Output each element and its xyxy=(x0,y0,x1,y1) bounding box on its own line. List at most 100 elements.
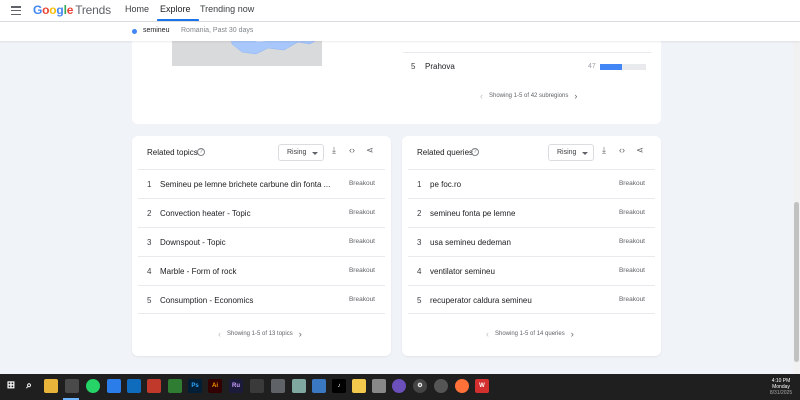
row-rank: 3 xyxy=(417,238,422,247)
row-rank: 1 xyxy=(417,180,422,189)
related-queries-card: Related queries ? Rising ⤓ ‹› ⋖ 1 pe foc… xyxy=(402,136,661,356)
help-icon[interactable]: ? xyxy=(197,148,205,156)
photoshop-icon[interactable]: Ps xyxy=(188,379,202,393)
app-icon[interactable] xyxy=(271,379,285,393)
table-row[interactable]: 1 Semineu pe lemne brichete carbune din … xyxy=(138,169,385,198)
nav-trending-now[interactable]: Trending now xyxy=(200,4,254,14)
table-row[interactable]: 3 Downspout - Topic Breakout xyxy=(138,227,385,256)
row-label: semineu fonta pe lemne xyxy=(430,209,516,218)
prev-page-icon[interactable]: ‹ xyxy=(480,91,483,101)
table-row[interactable]: 2 semineu fonta pe lemne Breakout xyxy=(408,198,655,227)
firefox-icon[interactable] xyxy=(455,379,469,393)
embed-icon[interactable]: ‹› xyxy=(349,146,355,155)
app-icon[interactable] xyxy=(127,379,141,393)
settings-icon[interactable]: ⚙ xyxy=(413,379,427,393)
app-icon[interactable] xyxy=(147,379,161,393)
app-icon[interactable] xyxy=(434,379,448,393)
next-page-icon[interactable]: › xyxy=(299,329,302,339)
help-icon[interactable]: ? xyxy=(471,148,479,156)
download-icon[interactable]: ⤓ xyxy=(602,146,606,155)
related-topics-card: Related topics ? Rising ⤓ ‹› ⋖ 1 Semineu… xyxy=(132,136,391,356)
table-row[interactable]: 2 Convection heater - Topic Breakout xyxy=(138,198,385,227)
row-label: ventilator semineu xyxy=(430,267,495,276)
menu-icon[interactable] xyxy=(11,6,21,15)
app-icon[interactable]: Ru xyxy=(229,379,243,393)
row-label: recuperator caldura semineu xyxy=(430,296,532,305)
row-rank: 4 xyxy=(417,267,422,276)
table-row[interactable]: 5 Consumption - Economics Breakout xyxy=(138,285,385,314)
next-page-icon[interactable]: › xyxy=(574,91,577,101)
app-icon[interactable]: W xyxy=(475,379,489,393)
search-term[interactable]: semineu xyxy=(143,27,169,34)
table-row[interactable]: 1 pe foc.ro Breakout xyxy=(408,169,655,198)
queries-pagination: ‹ Showing 1-5 of 14 queries › xyxy=(486,329,574,339)
page-scrollbar[interactable] xyxy=(793,22,800,374)
whatsapp-icon[interactable] xyxy=(86,379,100,393)
tiktok-icon[interactable]: ♪ xyxy=(332,379,346,393)
row-value: Breakout xyxy=(348,209,375,216)
interest-by-subregion-card: 5 Prahova 47 ‹ Showing 1-5 of 42 subregi… xyxy=(132,30,661,124)
related-queries-filter-select[interactable]: Rising xyxy=(548,144,594,161)
file-explorer-icon[interactable] xyxy=(44,379,58,393)
row-label: pe foc.ro xyxy=(430,180,462,189)
row-rank: 5 xyxy=(147,296,152,305)
share-icon[interactable]: ⋖ xyxy=(636,146,644,155)
table-row[interactable]: 3 usa semineu dedeman Breakout xyxy=(408,227,655,256)
row-rank: 5 xyxy=(417,296,422,305)
app-icon[interactable] xyxy=(168,379,182,393)
app-window-icon[interactable] xyxy=(65,379,79,393)
prev-page-icon[interactable]: ‹ xyxy=(486,329,489,339)
app-icon[interactable] xyxy=(312,379,326,393)
app-icon[interactable] xyxy=(392,379,406,393)
queries-pager-label: Showing 1-5 of 14 queries xyxy=(495,331,565,337)
table-row[interactable]: 4 Marble - Form of rock Breakout xyxy=(138,256,385,285)
embed-icon[interactable]: ‹› xyxy=(619,146,625,155)
row-value: Breakout xyxy=(348,238,375,245)
row-rank: 2 xyxy=(417,209,422,218)
app-icon[interactable] xyxy=(250,379,264,393)
download-icon[interactable]: ⤓ xyxy=(332,146,336,155)
google-trends-logo[interactable]: Google Trends xyxy=(33,3,111,17)
row-label: Consumption - Economics xyxy=(160,296,254,305)
nav-explore[interactable]: Explore xyxy=(160,4,191,14)
caret-down-icon xyxy=(582,152,588,155)
subregion-pager-label: Showing 1-5 of 42 subregions xyxy=(489,93,569,99)
row-value: Breakout xyxy=(348,180,375,187)
windows-taskbar: ⊞ ⌕ Ps Ai Ru ♪ ⚙ W 4:10 PM Monday 8/31/2… xyxy=(0,374,800,400)
app-icon[interactable] xyxy=(372,379,386,393)
row-value: Breakout xyxy=(618,267,645,274)
clock-date: 8/31/2025 xyxy=(769,390,793,396)
share-icon[interactable]: ⋖ xyxy=(366,146,374,155)
system-clock[interactable]: 4:10 PM Monday 8/31/2025 xyxy=(766,378,796,396)
subregion-value: 47 xyxy=(588,63,596,70)
nav-home[interactable]: Home xyxy=(125,4,149,14)
subregion-row[interactable]: 5 Prahova 47 xyxy=(403,52,651,76)
app-icon[interactable] xyxy=(352,379,366,393)
row-label: Marble - Form of rock xyxy=(160,267,237,276)
scrollbar-thumb[interactable] xyxy=(794,202,799,362)
illustrator-icon[interactable]: Ai xyxy=(208,379,222,393)
row-rank: 2 xyxy=(147,209,152,218)
row-label: Downspout - Topic xyxy=(160,238,226,247)
prev-page-icon[interactable]: ‹ xyxy=(218,329,221,339)
related-topics-filter-select[interactable]: Rising xyxy=(278,144,324,161)
row-rank: 4 xyxy=(147,267,152,276)
app-icon[interactable] xyxy=(107,379,121,393)
logo-trends: Trends xyxy=(75,3,111,17)
windows-start-icon[interactable]: ⊞ xyxy=(4,379,18,393)
row-value: Breakout xyxy=(618,238,645,245)
row-rank: 1 xyxy=(147,180,152,189)
related-topics-title: Related topics xyxy=(147,148,198,157)
subregion-rank: 5 xyxy=(411,62,416,71)
logo-google: Google xyxy=(33,3,74,17)
series-color-dot xyxy=(132,29,137,34)
filter-value: Rising xyxy=(287,149,307,156)
table-row[interactable]: 4 ventilator semineu Breakout xyxy=(408,256,655,285)
search-icon[interactable]: ⌕ xyxy=(22,379,36,393)
app-icon[interactable] xyxy=(292,379,306,393)
table-row[interactable]: 5 recuperator caldura semineu Breakout xyxy=(408,285,655,314)
row-label: Convection heater - Topic xyxy=(160,209,251,218)
next-page-icon[interactable]: › xyxy=(571,329,574,339)
row-rank: 3 xyxy=(147,238,152,247)
search-scope: Romania, Past 30 days xyxy=(181,27,254,34)
